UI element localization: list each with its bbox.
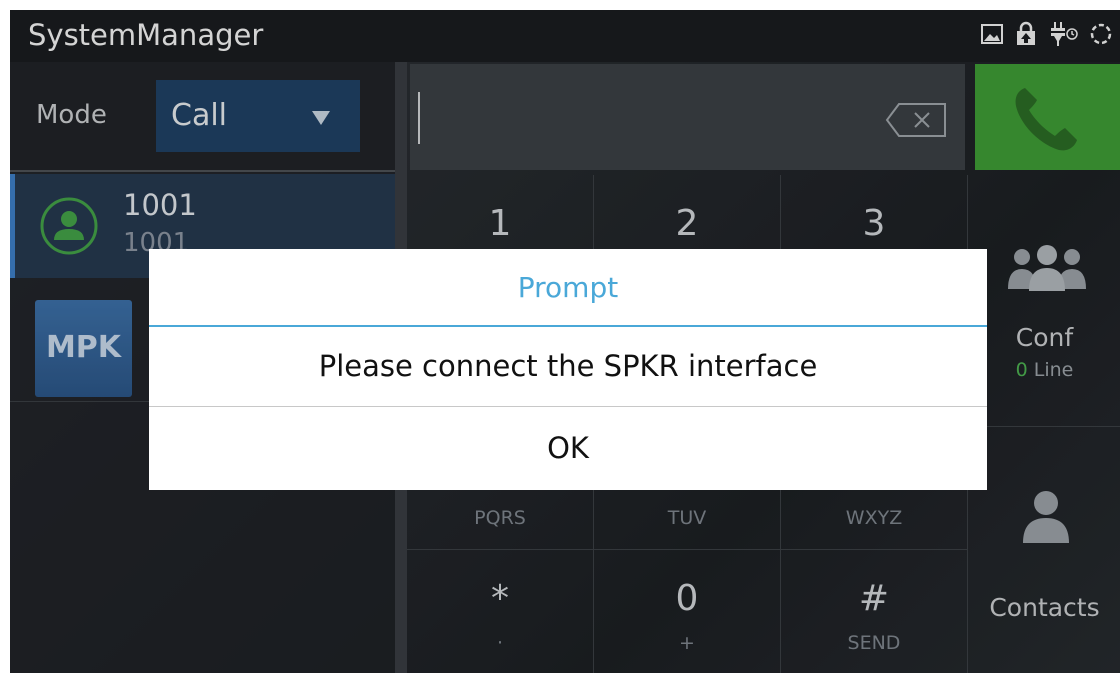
dialog-message: Please connect the SPKR interface: [318, 349, 818, 383]
prompt-dialog: Prompt Please connect the SPKR interface…: [149, 249, 987, 490]
ok-button[interactable]: OK: [149, 407, 987, 490]
device-screen: SystemManager Mode Call 1001 1001 MPK 1 …: [10, 10, 1120, 673]
dialog-title: Prompt: [517, 271, 619, 304]
